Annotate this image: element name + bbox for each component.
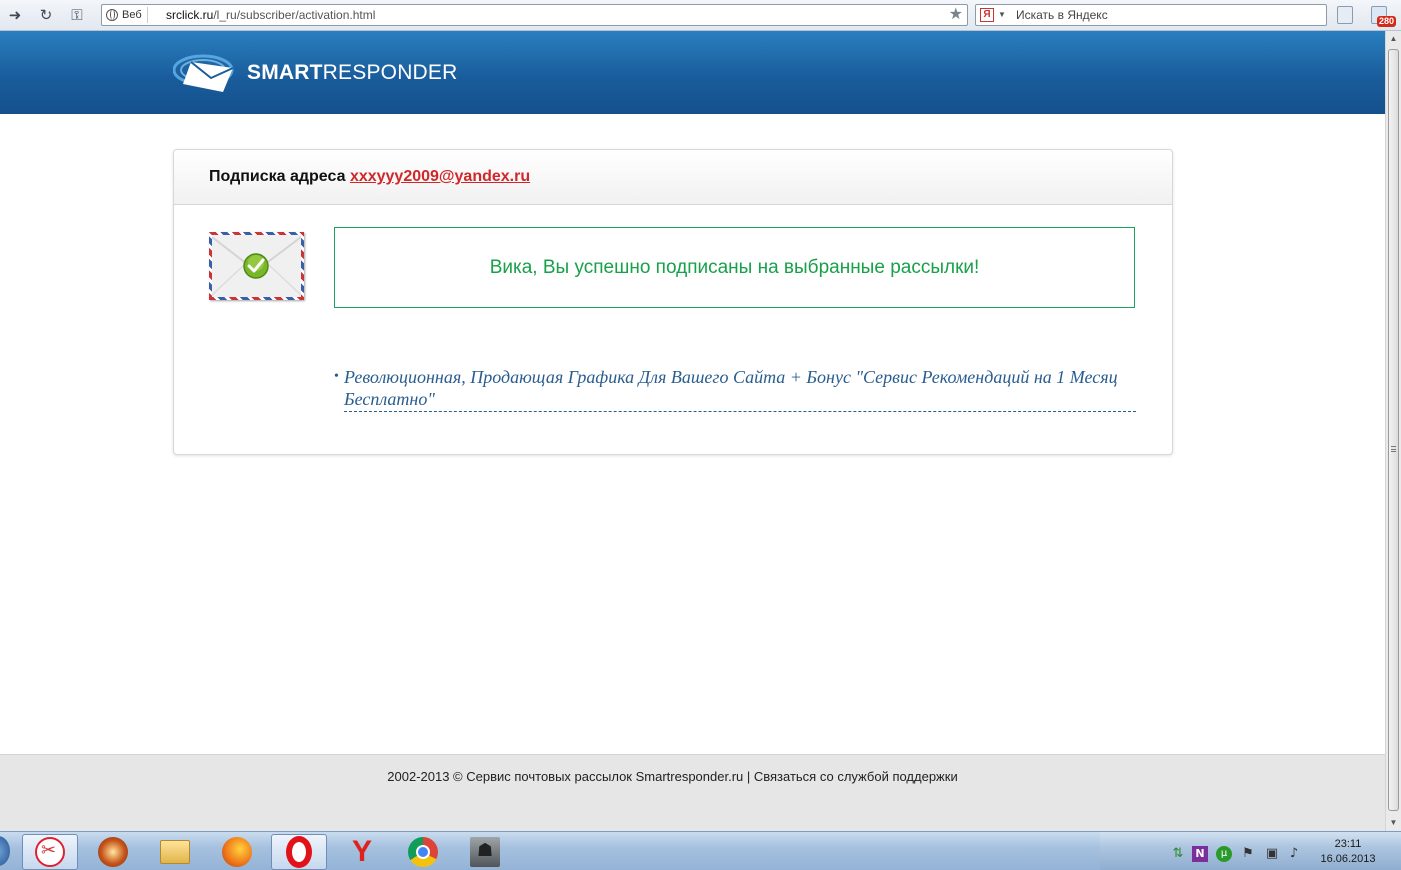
taskbar-media-player[interactable] <box>85 834 141 870</box>
taskbar-counter-strike[interactable] <box>457 834 513 870</box>
title-prefix: Подписка адреса <box>209 168 346 185</box>
flag-icon[interactable]: ⚑ <box>1240 846 1256 862</box>
taskbar-firefox[interactable] <box>209 834 265 870</box>
url-path: /l_ru/subscriber/activation.html <box>213 8 376 22</box>
subscription-link[interactable]: Революционная, Продающая Графика Для Ваш… <box>344 366 1136 412</box>
scroll-up-icon[interactable]: ▲ <box>1386 31 1401 47</box>
taskbar-chrome[interactable] <box>395 834 451 870</box>
site-footer: 2002-2013 © Сервис почтовых рассылок Sma… <box>0 754 1385 831</box>
notification-badge: 280 <box>1377 16 1397 27</box>
browser-toolbar: ➜ ↻ ⚿ Веб srclick.ru/l_ru/subscriber/act… <box>0 0 1401 31</box>
reload-icon[interactable]: ↻ <box>35 5 57 25</box>
subscriber-email-link[interactable]: xxxyyy2009@yandex.ru <box>350 168 530 185</box>
web-chip[interactable]: Веб <box>106 7 148 23</box>
taskbar-yandex-browser[interactable] <box>333 834 389 870</box>
yandex-icon <box>346 835 376 869</box>
taskbar-opera[interactable] <box>271 834 327 870</box>
network-sync-icon[interactable]: ⇅ <box>1170 846 1186 862</box>
media-player-icon <box>98 837 128 867</box>
utorrent-icon[interactable]: µ <box>1216 846 1232 862</box>
folder-icon <box>160 840 190 864</box>
footer-text[interactable]: 2002-2013 © Сервис почтовых рассылок Sma… <box>0 769 1345 784</box>
scissors-icon <box>35 837 65 867</box>
grip-icon <box>1391 446 1396 452</box>
list-bullet: • <box>334 369 339 384</box>
card-title: Подписка адреса xxxyyy2009@yandex.ru <box>209 168 530 186</box>
forward-arrow-icon[interactable]: ➜ <box>4 5 26 25</box>
search-placeholder: Искать в Яндекс <box>1016 8 1108 22</box>
chevron-down-icon[interactable]: ▼ <box>998 6 1006 24</box>
url-host: srclick.ru <box>166 8 214 22</box>
firefox-icon <box>222 837 252 867</box>
card-header: Подписка адреса xxxyyy2009@yandex.ru <box>174 150 1172 205</box>
address-bar[interactable]: Веб srclick.ru/l_ru/subscriber/activatio… <box>101 4 968 26</box>
volume-icon[interactable]: ♪ <box>1286 846 1302 862</box>
key-icon[interactable]: ⚿ <box>66 5 88 25</box>
web-label: Веб <box>122 9 142 21</box>
start-button[interactable] <box>0 836 10 866</box>
logo-envelope-icon <box>173 54 234 92</box>
yandex-logo-icon[interactable]: Я <box>980 8 994 22</box>
scroll-down-icon[interactable]: ▼ <box>1386 815 1401 831</box>
site-header: SMARTRESPONDER <box>0 31 1385 114</box>
vertical-scrollbar[interactable]: ▲ ▼ <box>1385 31 1401 831</box>
counter-strike-icon <box>470 837 500 867</box>
subscription-list-item: • Революционная, Продающая Графика Для В… <box>334 366 1136 412</box>
clock-date: 16.06.2013 <box>1320 853 1376 865</box>
url-text[interactable]: srclick.ru/l_ru/subscriber/activation.ht… <box>166 7 375 23</box>
taskbar-explorer[interactable] <box>147 834 203 870</box>
subscription-card: Подписка адреса xxxyyy2009@yandex.ru Вик… <box>173 149 1173 455</box>
success-message-box: Вика, Вы успешно подписаны на выбранные … <box>334 227 1135 308</box>
logo-text: SMARTRESPONDER <box>247 61 458 84</box>
scroll-thumb[interactable] <box>1388 49 1399 811</box>
taskbar-snipping-tool[interactable] <box>22 834 78 870</box>
bookmark-star-icon[interactable]: ★ <box>949 5 963 25</box>
page-icon[interactable] <box>1337 6 1353 24</box>
action-center-icon[interactable]: ▣ <box>1264 846 1280 862</box>
search-box[interactable]: Я ▼ Искать в Яндекс <box>975 4 1327 26</box>
envelope-check-icon <box>209 232 304 300</box>
globe-icon <box>106 9 118 21</box>
onenote-icon[interactable]: N <box>1192 846 1208 862</box>
clock-time: 23:11 <box>1334 838 1362 850</box>
taskbar: ⇅ N µ ⚑ ▣ ♪ 23:11 16.06.2013 <box>0 831 1401 870</box>
success-message: Вика, Вы успешно подписаны на выбранные … <box>489 257 980 278</box>
clock[interactable]: 23:11 16.06.2013 <box>1312 837 1384 867</box>
chrome-icon <box>408 837 438 867</box>
smartresponder-logo[interactable]: SMARTRESPONDER <box>173 48 458 98</box>
screen: ➜ ↻ ⚿ Веб srclick.ru/l_ru/subscriber/act… <box>0 0 1401 870</box>
opera-icon <box>286 836 312 868</box>
